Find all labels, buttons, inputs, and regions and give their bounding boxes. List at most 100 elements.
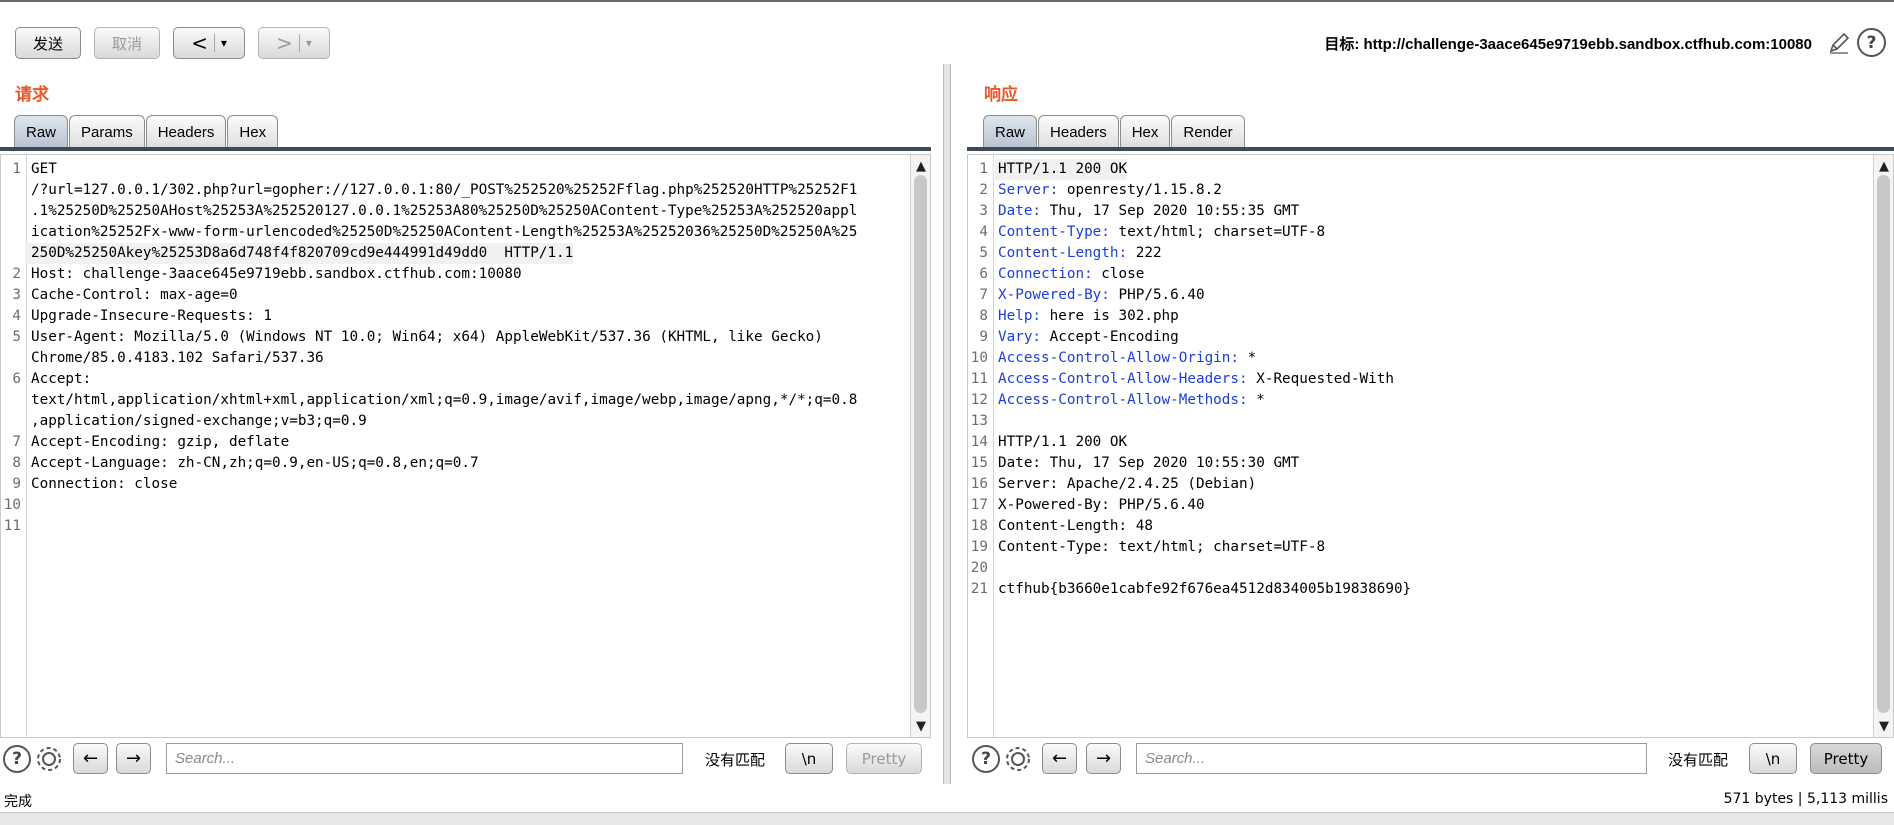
request-search-input[interactable]: Search...: [166, 743, 683, 774]
scroll-up-icon[interactable]: ▲: [911, 157, 930, 175]
line-number: 6: [979, 266, 988, 282]
line-value: ication%25252Fx-www-form-urlencoded%2525…: [31, 224, 858, 240]
request-tab-hex[interactable]: Hex: [227, 115, 279, 148]
line-value: here is 302.php: [1041, 308, 1179, 324]
code-line: 7 X-Powered-By: PHP/5.6.40: [968, 285, 1873, 306]
send-button[interactable]: 发送: [15, 27, 81, 59]
line-number: 3: [979, 203, 988, 219]
header-key: X-Powered-By:: [998, 287, 1110, 303]
request-newline-toggle[interactable]: \n: [785, 743, 833, 774]
line-number: 16: [970, 476, 988, 492]
search-next-button[interactable]: →: [1086, 743, 1121, 774]
line-number: 21: [970, 581, 988, 597]
line-number: 7: [979, 287, 988, 303]
code-line: text/html,application/xhtml+xml,applicat…: [1, 390, 910, 411]
line-number: 6: [12, 371, 21, 387]
code-line: 14 HTTP/1.1 200 OK: [968, 432, 1873, 453]
header-key: Content-Length:: [998, 245, 1128, 261]
gear-icon[interactable]: [33, 743, 65, 775]
line-number: 14: [970, 434, 988, 450]
search-next-button[interactable]: →: [116, 743, 151, 774]
line-value: *: [1247, 392, 1265, 408]
line-value: *: [1239, 350, 1257, 366]
chevron-down-icon: ▾: [220, 36, 227, 50]
line-text: 250D%25250Akey%25253D8a6d748f4f820709cd9…: [25, 243, 574, 264]
gear-icon[interactable]: [1002, 743, 1034, 775]
search-previous-button[interactable]: ←: [73, 743, 108, 774]
code-line: 2 Host: challenge-3aace645e9719ebb.sandbo…: [1, 264, 910, 285]
line-value: ,application/signed-exchange;v=b3;q=0.9: [31, 413, 367, 429]
divider: [213, 34, 215, 52]
edit-target-pencil-icon[interactable]: [1826, 30, 1852, 56]
scroll-up-icon[interactable]: ▲: [1874, 157, 1893, 175]
response-pretty-button[interactable]: Pretty: [1810, 743, 1882, 774]
scroll-thumb[interactable]: [1877, 175, 1890, 713]
request-no-match-label: 没有匹配: [705, 751, 766, 769]
response-newline-toggle[interactable]: \n: [1749, 743, 1797, 774]
request-tab-raw[interactable]: Raw: [14, 115, 69, 148]
code-line: Chrome/85.0.4183.102 Safari/537.36: [1, 348, 910, 369]
request-text[interactable]: 1 GET /?url=127.0.0.1/302.php?url=gopher:/…: [1, 159, 910, 537]
header-key: Access-Control-Allow-Origin:: [998, 350, 1240, 366]
response-editor[interactable]: 1 HTTP/1.1 200 OK 2 Server: openresty/1.15.…: [967, 154, 1894, 738]
line-value: close: [1092, 266, 1145, 282]
line-text: Date: Thu, 17 Sep 2020 10:55:35 GMT: [992, 201, 1299, 222]
line-text: Help: here is 302.php: [992, 306, 1179, 327]
response-search-input[interactable]: Search...: [1136, 743, 1647, 774]
line-text: ctfhub{b3660e1cabfe92f676ea4512d834005b1…: [992, 579, 1411, 600]
response-tab-headers[interactable]: Headers: [1038, 115, 1119, 148]
code-line: 3 Cache-Control: max-age=0: [1, 285, 910, 306]
header-key: Vary:: [998, 329, 1042, 345]
line-text: Content-Length: 222: [992, 243, 1162, 264]
scroll-down-icon[interactable]: ▼: [911, 717, 930, 735]
header-key: Connection:: [998, 266, 1093, 282]
line-text: X-Powered-By: PHP/5.6.40: [992, 285, 1205, 306]
line-number: 8: [12, 455, 21, 471]
code-line: 6 Accept:: [1, 369, 910, 390]
help-icon[interactable]: ?: [3, 745, 31, 773]
request-editor[interactable]: 1 GET /?url=127.0.0.1/302.php?url=gopher:/…: [0, 154, 931, 738]
response-scrollbar[interactable]: ▲ ▼: [1873, 155, 1893, 737]
line-text: HTTP/1.1 200 OK: [992, 432, 1127, 453]
line-number: 7: [12, 434, 21, 450]
history-forward-button[interactable]: > ▾: [258, 27, 330, 59]
line-number: 10: [3, 497, 21, 513]
line-number: 1: [12, 161, 21, 177]
line-value: text/html,application/xhtml+xml,applicat…: [31, 392, 858, 408]
line-number: 8: [979, 308, 988, 324]
response-text[interactable]: 1 HTTP/1.1 200 OK 2 Server: openresty/1.15.…: [968, 159, 1873, 600]
line-number: 18: [970, 518, 988, 534]
line-number: 3: [12, 287, 21, 303]
help-icon[interactable]: ?: [1857, 28, 1886, 57]
panel-splitter[interactable]: [943, 64, 951, 784]
line-number: 13: [970, 413, 988, 429]
line-number: [1, 411, 25, 432]
code-line: 3 Date: Thu, 17 Sep 2020 10:55:35 GMT: [968, 201, 1873, 222]
code-line: 10 Access-Control-Allow-Origin: *: [968, 348, 1873, 369]
line-number: [1, 243, 25, 264]
send-label: 发送: [32, 34, 63, 53]
cancel-button[interactable]: 取消: [94, 27, 160, 59]
request-pretty-button[interactable]: Pretty: [846, 743, 922, 774]
line-text: Accept:: [25, 369, 91, 390]
scroll-down-icon[interactable]: ▼: [1874, 717, 1893, 735]
search-previous-button[interactable]: ←: [1042, 743, 1077, 774]
line-text: Date: Thu, 17 Sep 2020 10:55:30 GMT: [992, 453, 1299, 474]
response-tab-render[interactable]: Render: [1171, 115, 1245, 148]
code-line: 250D%25250Akey%25253D8a6d748f4f820709cd9…: [1, 243, 910, 264]
response-tab-hex[interactable]: Hex: [1119, 115, 1171, 148]
line-text: Access-Control-Allow-Origin: *: [992, 348, 1256, 369]
line-number: [1, 180, 25, 201]
response-tab-raw[interactable]: Raw: [983, 115, 1038, 148]
history-back-button[interactable]: < ▾: [173, 27, 245, 59]
line-text: Connection: close: [25, 474, 177, 495]
line-text: Access-Control-Allow-Headers: X-Requeste…: [992, 369, 1394, 390]
request-tab-params[interactable]: Params: [69, 115, 145, 148]
line-text: Vary: Accept-Encoding: [992, 327, 1179, 348]
request-scrollbar[interactable]: ▲ ▼: [910, 155, 930, 737]
request-tab-headers[interactable]: Headers: [145, 115, 227, 148]
help-icon[interactable]: ?: [972, 745, 1000, 773]
scroll-thumb[interactable]: [914, 175, 927, 713]
forward-arrow-icon: >: [276, 31, 293, 55]
line-value: 250D%25250Akey%25253D8a6d748f4f820709cd9…: [31, 245, 574, 261]
